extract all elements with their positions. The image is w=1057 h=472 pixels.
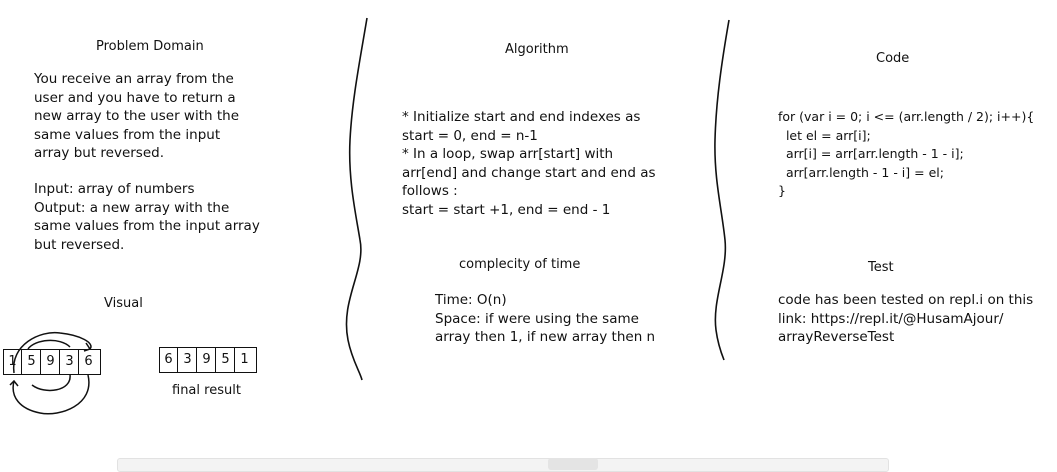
code-block: for (var i = 0; i <= (arr.length / 2); i… bbox=[778, 109, 1035, 198]
swap-arrow-lower-inner bbox=[31, 374, 71, 392]
output-array: 6 3 9 5 1 bbox=[159, 347, 257, 373]
visual-title: Visual bbox=[104, 296, 143, 311]
final-result-caption: final result bbox=[172, 383, 241, 398]
algorithm-title: Algorithm bbox=[505, 42, 569, 57]
algorithm-steps: * Initialize start and end indexes as st… bbox=[402, 109, 656, 218]
divider-left bbox=[345, 17, 368, 381]
test-title: Test bbox=[868, 260, 894, 275]
output-cell: 5 bbox=[217, 348, 235, 372]
swap-arrow-inner bbox=[27, 339, 71, 350]
swap-arrow-lower bbox=[12, 374, 90, 415]
problem-domain-io: Input: array of numbers Output: a new ar… bbox=[34, 181, 260, 253]
output-cell: 1 bbox=[240, 352, 249, 367]
swap-arrow-outer bbox=[13, 331, 92, 374]
code-title: Code bbox=[876, 51, 910, 66]
output-cell: 9 bbox=[198, 348, 216, 372]
test-text: code has been tested on repl.i on this l… bbox=[778, 292, 1034, 345]
swap-arrows bbox=[9, 331, 92, 415]
toolbar-handle[interactable] bbox=[548, 458, 598, 470]
complexity-title: complecity of time bbox=[459, 257, 581, 272]
swap-arrow-outer-head bbox=[83, 342, 92, 352]
output-cell: 3 bbox=[179, 348, 197, 372]
output-cell: 6 bbox=[160, 348, 178, 372]
problem-domain-title: Problem Domain bbox=[96, 39, 204, 54]
complexity-text: Time: O(n) Space: if were using the same… bbox=[435, 292, 656, 345]
problem-domain-description: You receive an array from the user and y… bbox=[34, 71, 239, 161]
bottom-toolbar[interactable] bbox=[117, 458, 889, 472]
